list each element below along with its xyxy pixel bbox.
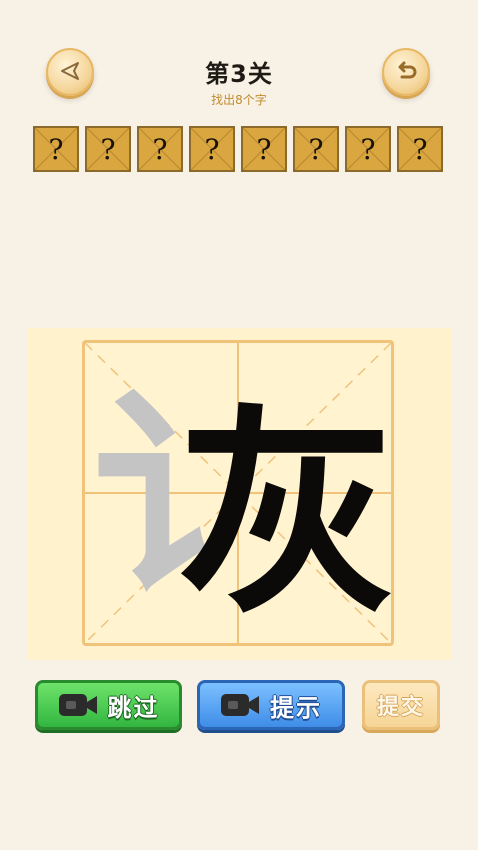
answer-slot[interactable]: ? bbox=[397, 126, 443, 172]
answer-slots: ? ? ? ? ? ? ? ? bbox=[33, 126, 443, 172]
level-title: 第3关 bbox=[205, 60, 273, 88]
answer-slot[interactable]: ? bbox=[241, 126, 287, 172]
submit-label: 提交 bbox=[376, 695, 425, 720]
slot-text: ? bbox=[48, 132, 64, 166]
answer-slot[interactable]: ? bbox=[293, 126, 339, 172]
slot-text: ? bbox=[152, 132, 168, 166]
slot-text: ? bbox=[412, 132, 428, 166]
tianzige-grid: 讠 灰 bbox=[82, 340, 394, 646]
character-board: 讠 灰 bbox=[27, 328, 451, 660]
hint-label: 提示 bbox=[270, 693, 322, 722]
answer-slot[interactable]: ? bbox=[137, 126, 183, 172]
level-header: 第3关 找出8个字 bbox=[0, 54, 478, 108]
level-subtitle: 找出8个字 bbox=[211, 93, 267, 107]
answer-slot[interactable]: ? bbox=[33, 126, 79, 172]
character-black-part[interactable]: 灰 bbox=[177, 384, 391, 643]
answer-slot[interactable]: ? bbox=[345, 126, 391, 172]
video-camera-icon bbox=[58, 694, 97, 716]
slot-text: ? bbox=[360, 132, 376, 166]
submit-button[interactable]: 提交 bbox=[362, 680, 440, 730]
answer-slot[interactable]: ? bbox=[189, 126, 235, 172]
slot-text: ? bbox=[204, 132, 220, 166]
character-canvas: 讠 灰 bbox=[85, 343, 391, 643]
hint-button[interactable]: 提示 bbox=[197, 680, 345, 730]
video-camera-icon bbox=[221, 694, 259, 716]
slot-text: ? bbox=[308, 132, 324, 166]
skip-button[interactable]: 跳过 bbox=[35, 680, 182, 730]
answer-slot[interactable]: ? bbox=[85, 126, 131, 172]
slot-text: ? bbox=[100, 132, 116, 166]
skip-label: 跳过 bbox=[107, 693, 160, 722]
slot-text: ? bbox=[256, 132, 272, 166]
